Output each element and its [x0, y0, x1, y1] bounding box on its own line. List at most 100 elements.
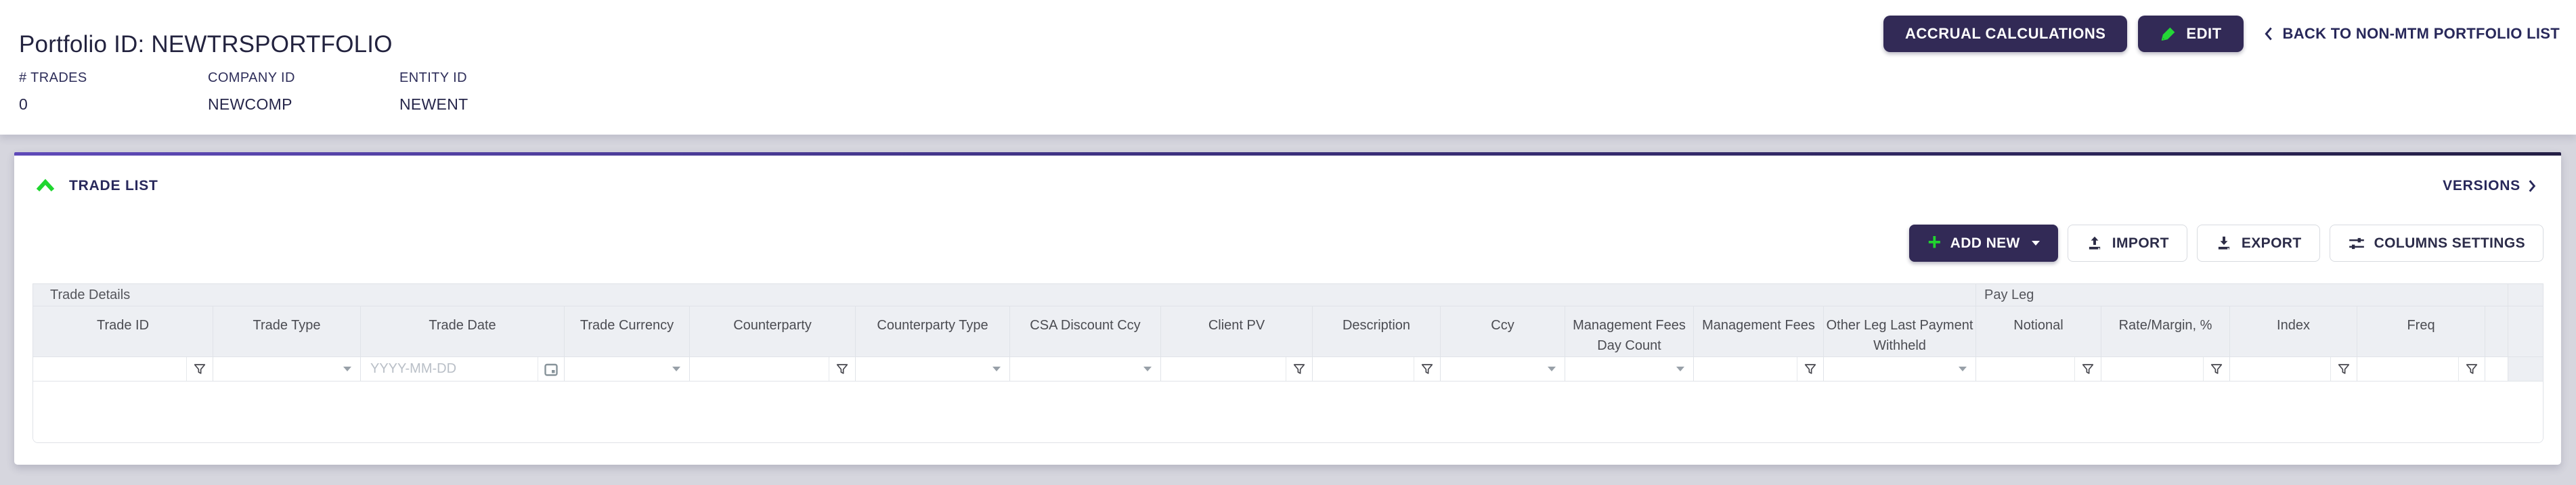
filter-input-management-fees-day-count[interactable]	[1565, 357, 1667, 381]
filter-cell-trade-id	[33, 357, 213, 381]
column-header-index[interactable]: Index	[2229, 306, 2357, 356]
columns-settings-button[interactable]: COLUMNS SETTINGS	[2330, 225, 2544, 262]
filter-input-client-pv[interactable]	[1161, 357, 1286, 381]
portfolio-page: Portfolio ID: NEWTRSPORTFOLIO # TRADES 0…	[0, 0, 2576, 485]
filter-input-trade-id[interactable]	[33, 357, 186, 381]
panel-header: TRADE LIST VERSIONS	[35, 177, 2537, 195]
column-header-trade-type[interactable]: Trade Type	[213, 306, 360, 356]
accrual-calculations-button[interactable]: ACCRUAL CALCULATIONS	[1883, 16, 2127, 52]
filter-input-description[interactable]	[1313, 357, 1414, 381]
filter-input-counterparty-type[interactable]	[856, 357, 984, 381]
versions-link[interactable]: VERSIONS	[2443, 178, 2537, 194]
page-header: Portfolio ID: NEWTRSPORTFOLIO # TRADES 0…	[0, 0, 2576, 135]
filter-cell-csa-discount-ccy	[1009, 357, 1160, 381]
dropdown-caret-icon[interactable]	[1950, 357, 1975, 381]
filter-input-rate-margin[interactable]	[2101, 357, 2203, 381]
filter-cell-trade-currency	[564, 357, 689, 381]
sliders-icon	[2348, 235, 2365, 252]
column-header-trade-id[interactable]: Trade ID	[33, 306, 213, 356]
field-value: 0	[19, 95, 208, 114]
column-group-pay-leg: Pay Leg	[1975, 284, 2508, 306]
filter-funnel-icon[interactable]	[2074, 357, 2101, 381]
column-header-management-fees-day-count[interactable]: Management Fees Day Count	[1565, 306, 1693, 356]
filter-cell-trade-type	[213, 357, 360, 381]
filter-funnel-icon[interactable]	[2458, 357, 2485, 381]
accrual-calculations-label: ACCRUAL CALCULATIONS	[1905, 25, 2105, 43]
filter-cell-notional	[1975, 357, 2101, 381]
add-new-label: ADD NEW	[1950, 235, 2020, 252]
column-header-freq[interactable]: Freq	[2357, 306, 2485, 356]
filter-cell-trade-date	[360, 357, 564, 381]
field-label: # TRADES	[19, 70, 208, 86]
panel-title: TRADE LIST	[69, 178, 158, 194]
column-header-other-leg-last-payment-withheld[interactable]: Other Leg Last Payment Withheld	[1823, 306, 1975, 356]
field-label: ENTITY ID	[399, 70, 468, 86]
column-group-trade-details: Trade Details	[33, 284, 1975, 306]
column-header-description[interactable]: Description	[1312, 306, 1440, 356]
filter-cell-spacer	[2485, 357, 2508, 381]
filter-cell-other-leg-last-payment-withheld	[1823, 357, 1975, 381]
filter-funnel-icon[interactable]	[2203, 357, 2229, 381]
dropdown-caret-icon[interactable]	[984, 357, 1009, 381]
filter-input-ccy[interactable]	[1441, 357, 1539, 381]
edit-label: EDIT	[2186, 25, 2221, 43]
filter-cell-management-fees	[1693, 357, 1823, 381]
filter-input-counterparty[interactable]	[690, 357, 829, 381]
grid-empty-body	[33, 382, 2543, 443]
filter-input-csa-discount-ccy[interactable]	[1010, 357, 1135, 381]
filter-input-management-fees[interactable]	[1694, 357, 1797, 381]
column-header-client-pv[interactable]: Client PV	[1160, 306, 1312, 356]
column-header-trade-date[interactable]: Trade Date	[360, 306, 564, 356]
filter-cell-freq	[2357, 357, 2485, 381]
back-link[interactable]: BACK TO NON-MTM PORTFOLIO LIST	[2263, 25, 2560, 43]
filter-input-index[interactable]	[2230, 357, 2330, 381]
filter-input-notional[interactable]	[1976, 357, 2074, 381]
field-label: COMPANY ID	[208, 70, 399, 86]
column-header-csa-discount-ccy[interactable]: CSA Discount Ccy	[1009, 306, 1160, 356]
back-label: BACK TO NON-MTM PORTFOLIO LIST	[2283, 25, 2560, 43]
grid-filter-row	[33, 357, 2543, 382]
filter-input-freq[interactable]	[2357, 357, 2458, 381]
column-header-ccy[interactable]: Ccy	[1440, 306, 1565, 356]
dropdown-caret-icon	[2032, 241, 2040, 246]
grid-filler-cell	[2508, 306, 2544, 356]
filter-input-trade-date[interactable]	[361, 357, 538, 381]
dropdown-caret-icon[interactable]	[334, 357, 360, 381]
grid-filler-cell	[2508, 357, 2544, 381]
filter-input-trade-currency[interactable]	[565, 357, 663, 381]
calendar-icon[interactable]	[538, 357, 564, 381]
field-company-id: COMPANY ID NEWCOMP	[208, 70, 399, 114]
grid-group-row: Trade DetailsPay Leg	[33, 284, 2543, 306]
column-header-counterparty-type[interactable]: Counterparty Type	[855, 306, 1009, 356]
columns-settings-label: COLUMNS SETTINGS	[2374, 235, 2525, 252]
collapse-section-button[interactable]	[35, 179, 56, 193]
edit-button[interactable]: EDIT	[2138, 16, 2243, 52]
filter-funnel-icon[interactable]	[186, 357, 213, 381]
add-new-button[interactable]: + ADD NEW	[1909, 225, 2057, 262]
column-header-counterparty[interactable]: Counterparty	[689, 306, 855, 356]
filter-cell-management-fees-day-count	[1565, 357, 1693, 381]
filter-funnel-icon[interactable]	[1797, 357, 1823, 381]
column-header-management-fees[interactable]: Management Fees	[1693, 306, 1823, 356]
filter-funnel-icon[interactable]	[1286, 357, 1312, 381]
trade-list-grid: Trade DetailsPay LegTrade IDTrade TypeTr…	[32, 283, 2544, 443]
filter-funnel-icon[interactable]	[1414, 357, 1440, 381]
field-value: NEWENT	[399, 95, 468, 114]
column-header-notional[interactable]: Notional	[1975, 306, 2101, 356]
grid-header-row: Trade IDTrade TypeTrade DateTrade Curren…	[33, 306, 2543, 357]
export-button[interactable]: EXPORT	[2197, 225, 2320, 262]
import-button[interactable]: IMPORT	[2068, 225, 2187, 262]
filter-input-other-leg-last-payment-withheld[interactable]	[1824, 357, 1950, 381]
filter-funnel-icon[interactable]	[829, 357, 855, 381]
filter-input-trade-type[interactable]	[213, 357, 334, 381]
dropdown-caret-icon[interactable]	[1539, 357, 1565, 381]
filter-cell-index	[2229, 357, 2357, 381]
download-icon	[2215, 235, 2233, 252]
column-header-trade-currency[interactable]: Trade Currency	[564, 306, 689, 356]
filter-funnel-icon[interactable]	[2330, 357, 2357, 381]
dropdown-caret-icon[interactable]	[1135, 357, 1160, 381]
dropdown-caret-icon[interactable]	[663, 357, 689, 381]
dropdown-caret-icon[interactable]	[1667, 357, 1693, 381]
filter-cell-ccy	[1440, 357, 1565, 381]
column-header-rate-margin[interactable]: Rate/Margin, %	[2101, 306, 2229, 356]
